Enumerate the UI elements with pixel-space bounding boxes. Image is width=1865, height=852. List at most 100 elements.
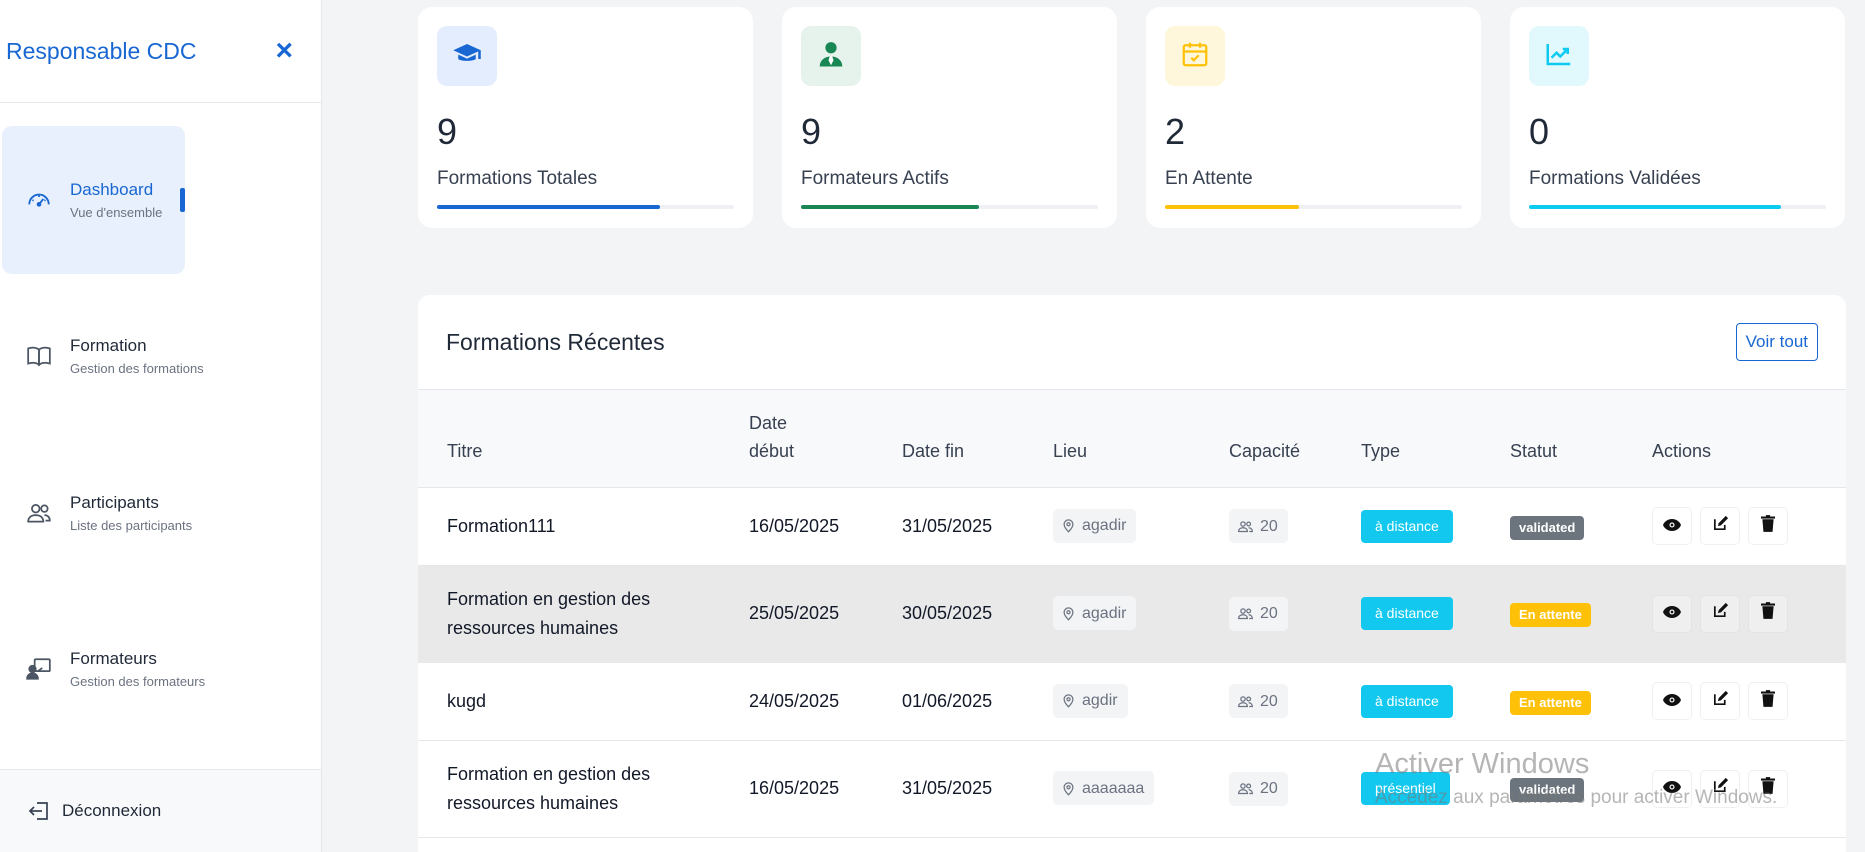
progress-track [801, 205, 1098, 209]
titre-line: Formation en gestion des [447, 588, 651, 609]
cell-capacite: 20 [1229, 740, 1361, 838]
sidebar-item-formateurs[interactable]: Formateurs Gestion des formateurs [2, 595, 205, 743]
edit-button[interactable] [1700, 594, 1740, 633]
stat-value: 0 [1529, 111, 1550, 152]
type-badge: à distance [1361, 509, 1453, 543]
table-row: kugd 24/05/2025 01/06/2025 agdir 20 à di… [418, 662, 1846, 741]
sidebar-item-participants[interactable]: Participants Liste des participants [2, 439, 192, 587]
cell-date-fin: 31/05/2025 [902, 740, 1053, 838]
type-badge: présentiel [1361, 772, 1450, 805]
delete-button[interactable] [1748, 594, 1788, 633]
cell-actions [1652, 662, 1846, 741]
column-header-titre[interactable]: Titre [418, 390, 749, 487]
view-button[interactable] [1652, 769, 1692, 808]
delete-button[interactable] [1748, 769, 1788, 808]
column-header-date-debut[interactable]: Date début [749, 390, 902, 487]
header-line: Date [749, 412, 788, 433]
cell-titre: Formation111 [418, 487, 749, 566]
eye-icon [1663, 512, 1681, 541]
sidebar-item-label: Formateurs [70, 649, 157, 668]
eye-icon [1663, 774, 1681, 803]
logout-label: Déconnexion [62, 801, 162, 820]
recent-formations-panel: Formations Récentes Voir tout Titre Date… [418, 295, 1846, 852]
edit-button[interactable] [1700, 507, 1740, 545]
map-pin-icon [1061, 780, 1076, 797]
eye-icon [1663, 687, 1681, 716]
cell-date-debut: 25/05/2025 [749, 565, 902, 663]
speedometer-icon [26, 187, 52, 213]
location-text: aaaaaaa [1082, 779, 1145, 797]
stat-card-en-attente: 2 En Attente [1146, 7, 1481, 228]
location-text: agdir [1082, 692, 1118, 710]
type-badge: à distance [1361, 684, 1453, 718]
cell-titre: kugd [418, 662, 749, 741]
location-pill: agadir [1053, 596, 1137, 631]
delete-button[interactable] [1748, 682, 1788, 720]
cell-capacite: 20 [1229, 662, 1361, 741]
capacity-text: 20 [1260, 517, 1278, 535]
cell-titre: Formation en gestion des ressources humai… [418, 740, 749, 838]
teacher-icon [26, 656, 52, 682]
cell-type: à distance [1361, 662, 1510, 741]
cell-actions [1652, 740, 1846, 838]
people-icon [1237, 519, 1254, 534]
capacity-pill: 20 [1229, 596, 1288, 631]
column-header-date-fin[interactable]: Date fin [902, 390, 1053, 487]
view-button[interactable] [1652, 594, 1692, 633]
logout-button[interactable]: Déconnexion [0, 769, 321, 852]
progress-track [1165, 205, 1462, 209]
titre-line: kugd [447, 690, 487, 711]
map-pin-icon [1061, 605, 1076, 622]
location-pill: agadir [1053, 508, 1137, 543]
titre-line: Formation111 [447, 515, 556, 536]
column-header-lieu[interactable]: Lieu [1053, 390, 1229, 487]
column-header-capacite[interactable]: Capacité [1229, 390, 1361, 487]
column-header-statut[interactable]: Statut [1510, 390, 1652, 487]
stat-value: 9 [437, 111, 458, 152]
close-sidebar-button[interactable]: × [275, 36, 293, 66]
map-pin-icon [1061, 517, 1076, 534]
sidebar-item-dashboard[interactable]: Dashboard Vue d'ensemble [2, 126, 185, 274]
view-all-button[interactable]: Voir tout [1735, 323, 1818, 361]
edit-button[interactable] [1700, 769, 1740, 808]
people-icon [1237, 781, 1254, 796]
panel-title: Formations Récentes [446, 328, 665, 355]
stat-label: Formations Validées [1529, 168, 1701, 189]
delete-button[interactable] [1748, 507, 1788, 545]
capacity-pill: 20 [1229, 771, 1288, 806]
column-header-type[interactable]: Type [1361, 390, 1510, 487]
progress-fill [801, 205, 980, 209]
cell-statut: validated [1510, 487, 1652, 566]
view-button[interactable] [1652, 682, 1692, 720]
stat-icon-box [437, 26, 497, 86]
view-button[interactable] [1652, 507, 1692, 545]
book-icon [26, 343, 52, 369]
progress-fill [1165, 205, 1299, 209]
table-row: Formation en gestion des ressources humai… [418, 565, 1846, 663]
cell-capacite: 20 [1229, 565, 1361, 663]
graduation-cap-icon [452, 39, 482, 74]
cell-date-fin: 01/06/2025 [902, 662, 1053, 741]
stat-value: 9 [801, 111, 822, 152]
edit-icon [1712, 774, 1729, 803]
cell-lieu: agadir [1053, 565, 1229, 663]
cell-date-debut: 16/05/2025 [749, 740, 902, 838]
trash-icon [1761, 599, 1775, 628]
edit-icon [1712, 512, 1729, 541]
edit-button[interactable] [1700, 682, 1740, 720]
active-indicator [180, 188, 185, 212]
people-icon [1237, 694, 1254, 709]
cell-type: présentiel [1361, 740, 1510, 838]
status-badge: validated [1510, 778, 1585, 802]
sidebar-item-sub: Gestion des formations [70, 361, 204, 376]
sidebar-item-formation[interactable]: Formation Gestion des formations [2, 282, 204, 430]
capacity-text: 20 [1260, 780, 1278, 797]
type-badge: à distance [1361, 597, 1453, 630]
cell-date-fin: 30/05/2025 [902, 565, 1053, 663]
status-badge: En attente [1510, 690, 1591, 715]
logout-icon [28, 799, 52, 823]
chart-line-icon [1544, 39, 1574, 74]
stat-label: En Attente [1165, 168, 1253, 189]
titre-line: ressources humaines [447, 617, 619, 638]
capacity-text: 20 [1260, 692, 1278, 710]
